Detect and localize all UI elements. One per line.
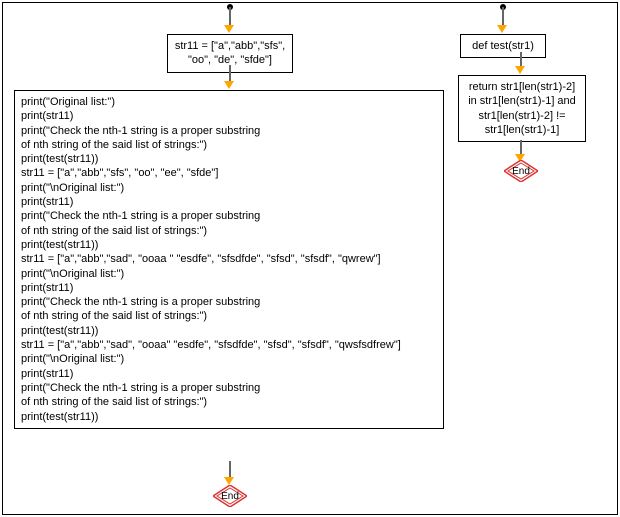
code-line: print(str11) (21, 109, 437, 123)
code-line: print("\nOriginal list:") (21, 267, 437, 281)
arrow-head-icon (515, 66, 525, 74)
code-line: print("\nOriginal list:") (21, 181, 437, 195)
arrow-head-icon (224, 477, 234, 485)
end-terminator-left: End (213, 485, 247, 507)
code-line: print(str11) (21, 367, 437, 381)
code-line: print(test(str11)) (21, 238, 437, 252)
code-line: print(str11) (21, 195, 437, 209)
code-line: def test(str1) (467, 39, 539, 53)
arrow-line (229, 7, 231, 27)
code-line: str11 = ["a","abb","sad", "ooaa" "esdfe"… (21, 338, 437, 352)
code-line: str11 = ["a","abb","sfs", (174, 39, 286, 53)
code-line: str1[len(str1)-2] != (465, 109, 579, 123)
arrow-line (502, 7, 504, 27)
return-box: return str1[len(str1)-2] in str1[len(str… (458, 75, 586, 142)
code-line: return str1[len(str1)-2] (465, 80, 579, 94)
arrow-head-icon (224, 25, 234, 33)
main-code-box: print("Original list:") print(str11) pri… (14, 90, 444, 429)
code-line: print("Check the nth-1 string is a prope… (21, 381, 437, 395)
end-label: End (512, 166, 530, 177)
code-line: print(test(str11)) (21, 152, 437, 166)
code-line: print(test(str11)) (21, 410, 437, 424)
code-line: str11 = ["a","abb","sfs", "oo", "ee", "s… (21, 166, 437, 180)
code-line: in str1[len(str1)-1] and (465, 94, 579, 108)
code-line: of nth string of the said list of string… (21, 309, 437, 323)
end-label: End (221, 491, 239, 502)
code-line: of nth string of the said list of string… (21, 224, 437, 238)
def-box: def test(str1) (460, 34, 546, 58)
code-line: str1[len(str1)-1] (465, 123, 579, 137)
end-terminator-right: End (504, 160, 538, 182)
code-line: print("Check the nth-1 string is a prope… (21, 124, 437, 138)
arrow-head-icon (224, 81, 234, 89)
code-line: str11 = ["a","abb","sad", "ooaa " "esdfe… (21, 252, 437, 266)
code-line: print(test(str11)) (21, 324, 437, 338)
arrow-head-icon (497, 25, 507, 33)
code-line: print("Check the nth-1 string is a prope… (21, 295, 437, 309)
code-line: print("\nOriginal list:") (21, 352, 437, 366)
code-line: print("Check the nth-1 string is a prope… (21, 209, 437, 223)
code-line: of nth string of the said list of string… (21, 138, 437, 152)
code-line: of nth string of the said list of string… (21, 395, 437, 409)
code-line: print(str11) (21, 281, 437, 295)
code-line: print("Original list:") (21, 95, 437, 109)
